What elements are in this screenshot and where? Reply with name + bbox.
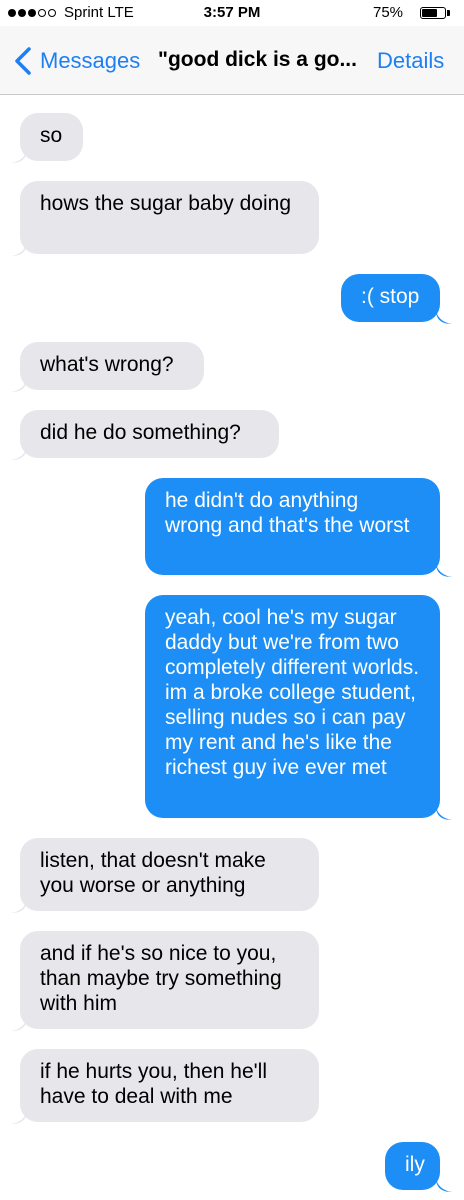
bubble-tail <box>11 1017 27 1031</box>
bubble-tail <box>11 378 27 392</box>
message-bubble-incoming[interactable]: hows the sugar baby doing <box>20 181 319 254</box>
bubble-tail <box>436 1178 452 1192</box>
back-to-messages-link[interactable]: Messages <box>40 48 140 74</box>
bubble-tail <box>11 242 27 256</box>
message-bubble-outgoing[interactable]: ily <box>385 1142 440 1190</box>
message-bubble-incoming[interactable]: did he do something? <box>20 410 279 458</box>
message-bubble-incoming[interactable]: and if he's so nice to you, than maybe t… <box>20 931 319 1029</box>
battery-tip <box>447 10 450 16</box>
conversation-nav-bar: Messages "good dick is a go... Details <box>0 26 464 95</box>
bubble-tail <box>11 446 27 460</box>
bubble-tail <box>436 806 452 820</box>
battery-percent: 75% <box>373 4 404 21</box>
conversation-title: "good dick is a go... <box>158 48 357 71</box>
message-bubble-incoming[interactable]: so <box>20 113 83 161</box>
message-bubble-incoming[interactable]: if he hurts you, then he'll have to deal… <box>20 1049 319 1122</box>
bubble-tail <box>11 899 27 913</box>
battery-level-fill <box>422 9 437 17</box>
bubble-tail <box>436 563 452 577</box>
message-bubble-incoming[interactable]: what's wrong? <box>20 342 204 390</box>
message-bubble-outgoing[interactable]: yeah, cool he's my sugar daddy but we're… <box>145 595 440 818</box>
battery-icon <box>420 7 446 19</box>
message-bubble-outgoing[interactable]: he didn't do anything wrong and that's t… <box>145 478 440 575</box>
bubble-tail <box>11 1110 27 1124</box>
bubble-tail <box>11 149 27 163</box>
message-bubble-outgoing[interactable]: :( stop <box>341 274 440 322</box>
status-bar: Sprint LTE 3:57 PM 75% <box>0 0 464 26</box>
bubble-tail <box>436 310 452 324</box>
message-bubble-incoming[interactable]: listen, that doesn't make you worse or a… <box>20 838 319 911</box>
details-button[interactable]: Details <box>377 48 444 74</box>
chevron-left-icon[interactable] <box>12 46 34 76</box>
